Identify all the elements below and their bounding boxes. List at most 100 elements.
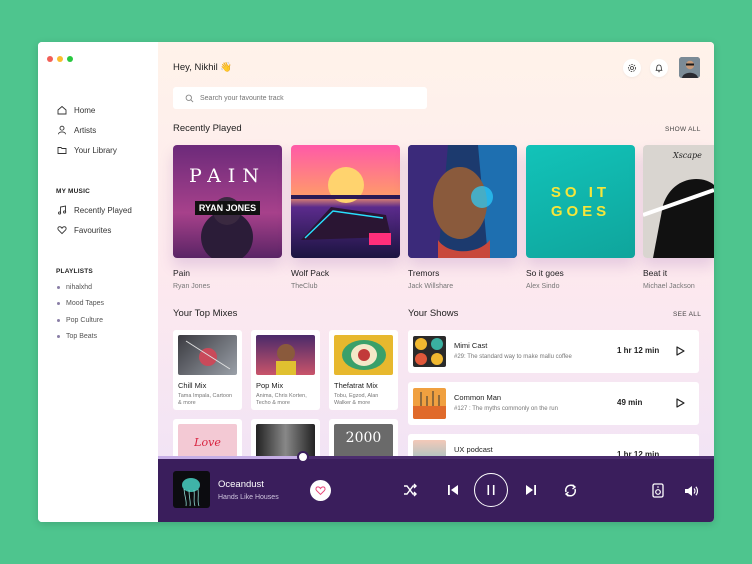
album-title: Wolf Pack xyxy=(291,268,330,278)
album-card[interactable]: Wolf Pack TheClub xyxy=(291,145,400,290)
sidebar-playlist-item[interactable]: Mood Tapes xyxy=(57,300,104,307)
repeat-button[interactable] xyxy=(563,483,578,498)
heart-icon xyxy=(315,486,326,496)
mix-card[interactable]: Pop Mix Anima, Chris Korten, Techo & mor… xyxy=(251,330,320,410)
show-duration: 49 min xyxy=(617,398,643,407)
skip-previous-icon xyxy=(448,485,458,495)
next-button[interactable] xyxy=(524,483,538,497)
show-art xyxy=(413,336,446,367)
sidebar-playlist-item[interactable]: Pop Culture xyxy=(57,317,103,324)
see-all-link[interactable]: SEE ALL xyxy=(673,311,701,318)
show-duration: 1 hr 12 min xyxy=(617,346,660,355)
shuffle-button[interactable] xyxy=(403,483,417,497)
album-title: Beat it xyxy=(643,268,668,278)
mix-description: Tama Impala, Cartoon & more xyxy=(178,393,233,406)
volume-button[interactable] xyxy=(684,483,699,498)
album-artist: Michael Jackson xyxy=(643,283,695,290)
show-row[interactable]: Common Man #127 : The myths commonly on … xyxy=(408,382,699,425)
pause-button[interactable] xyxy=(474,473,508,507)
album-art xyxy=(291,145,400,258)
search-input[interactable] xyxy=(200,94,410,102)
sidebar-item-favourites[interactable]: Favourites xyxy=(57,225,111,235)
sidebar-playlist-item[interactable]: Top Beats xyxy=(57,333,97,340)
sidebar-playlist-item[interactable]: nihalxhd xyxy=(57,284,92,291)
user-photo xyxy=(679,57,700,78)
album-card[interactable]: Xscape Beat it Michael Jackson xyxy=(643,145,714,290)
search-bar[interactable] xyxy=(173,87,427,109)
player-bar: Oceandust Hands Like Houses xyxy=(158,451,714,522)
album-art xyxy=(643,145,714,258)
greeting: Hey, Nikhil 👋 xyxy=(173,62,233,73)
album-card[interactable]: Tremors Jack Willshare xyxy=(408,145,517,290)
folder-icon xyxy=(57,147,67,154)
mix-card[interactable]: Chill Mix Tama Impala, Cartoon & more xyxy=(173,330,242,410)
album-cover-title: Xscape xyxy=(673,151,702,160)
pause-icon xyxy=(487,485,495,495)
mix-card[interactable]: Thefatrat Mix Tobu, Egzod, Alan Walker &… xyxy=(329,330,398,410)
show-art xyxy=(413,388,446,419)
progress-bar[interactable] xyxy=(158,451,714,463)
progress-handle[interactable] xyxy=(296,451,309,463)
app-window: Home Artists Your Library MY MUSIC Recen… xyxy=(38,42,714,522)
window-controls xyxy=(47,56,73,62)
bullet-icon xyxy=(57,335,60,338)
mix-art-text: Love xyxy=(194,436,221,449)
album-art xyxy=(408,145,517,258)
show-description: #127 : The myths commonly on the run xyxy=(454,406,558,412)
music-note-icon xyxy=(58,205,67,215)
previous-button[interactable] xyxy=(446,483,460,497)
album-card[interactable]: PAIN RYAN JONES Pain Ryan Jones xyxy=(173,145,282,290)
show-row[interactable]: Mimi Cast #29: The standard way to make … xyxy=(408,330,699,373)
sidebar-item-artists[interactable]: Artists xyxy=(57,125,96,135)
avatar[interactable] xyxy=(679,57,700,78)
album-card[interactable]: SO IT GOES So it goes Alex Sindo xyxy=(526,145,635,290)
mix-title: Thefatrat Mix xyxy=(334,381,378,390)
maximize-window-button[interactable] xyxy=(67,56,73,62)
device-button[interactable] xyxy=(651,483,664,498)
favourite-button[interactable] xyxy=(310,480,331,501)
album-cover: SO IT GOES xyxy=(526,145,635,258)
album-artist: Ryan Jones xyxy=(173,283,210,290)
playlists-heading: PLAYLISTS xyxy=(56,268,93,275)
sidebar: Home Artists Your Library MY MUSIC Recen… xyxy=(38,42,158,522)
sidebar-item-library[interactable]: Your Library xyxy=(57,145,117,155)
volume-icon xyxy=(685,485,699,496)
playlist-label: Mood Tapes xyxy=(66,300,105,307)
settings-button[interactable] xyxy=(623,59,641,77)
shuffle-icon xyxy=(404,483,417,497)
album-title: Pain xyxy=(173,268,191,278)
album-cover-title: SO IT GOES xyxy=(550,184,611,220)
show-title: UX podcast xyxy=(454,445,493,454)
show-description: #29: The standard way to make mallu coff… xyxy=(454,354,572,360)
mix-description: Tobu, Egzod, Alan Walker & more xyxy=(334,393,379,406)
my-music-heading: MY MUSIC xyxy=(56,188,90,195)
show-all-link[interactable]: SHOW ALL xyxy=(665,126,701,133)
close-window-button[interactable] xyxy=(47,56,53,62)
minimize-window-button[interactable] xyxy=(57,56,63,62)
play-icon[interactable] xyxy=(674,397,686,409)
sidebar-item-label: Your Library xyxy=(74,145,117,155)
album-cover: PAIN RYAN JONES xyxy=(173,145,282,258)
sidebar-item-label: Home xyxy=(74,105,96,115)
playlist-label: nihalxhd xyxy=(66,284,93,291)
album-artist: Alex Sindo xyxy=(526,283,560,290)
mix-title: Chill Mix xyxy=(178,381,207,390)
progress-fill xyxy=(158,456,303,459)
home-icon xyxy=(57,105,67,115)
playlist-label: Top Beats xyxy=(66,333,98,340)
show-title: Common Man xyxy=(454,393,502,402)
notifications-button[interactable] xyxy=(650,59,668,77)
recently-played-heading: Recently Played xyxy=(173,123,242,134)
album-cover-artist: RYAN JONES xyxy=(198,203,257,213)
sidebar-item-recently-played[interactable]: Recently Played xyxy=(57,205,132,215)
bell-icon xyxy=(655,64,663,73)
album-cover xyxy=(291,145,400,258)
album-artist: Jack Willshare xyxy=(408,283,454,290)
now-playing-art xyxy=(173,471,210,508)
bullet-icon xyxy=(57,319,60,322)
sidebar-item-home[interactable]: Home xyxy=(57,105,95,115)
play-icon[interactable] xyxy=(674,345,686,357)
sidebar-item-label: Favourites xyxy=(74,225,112,235)
shows-heading: Your Shows xyxy=(408,308,459,319)
album-cover-title: PAIN xyxy=(189,165,266,187)
